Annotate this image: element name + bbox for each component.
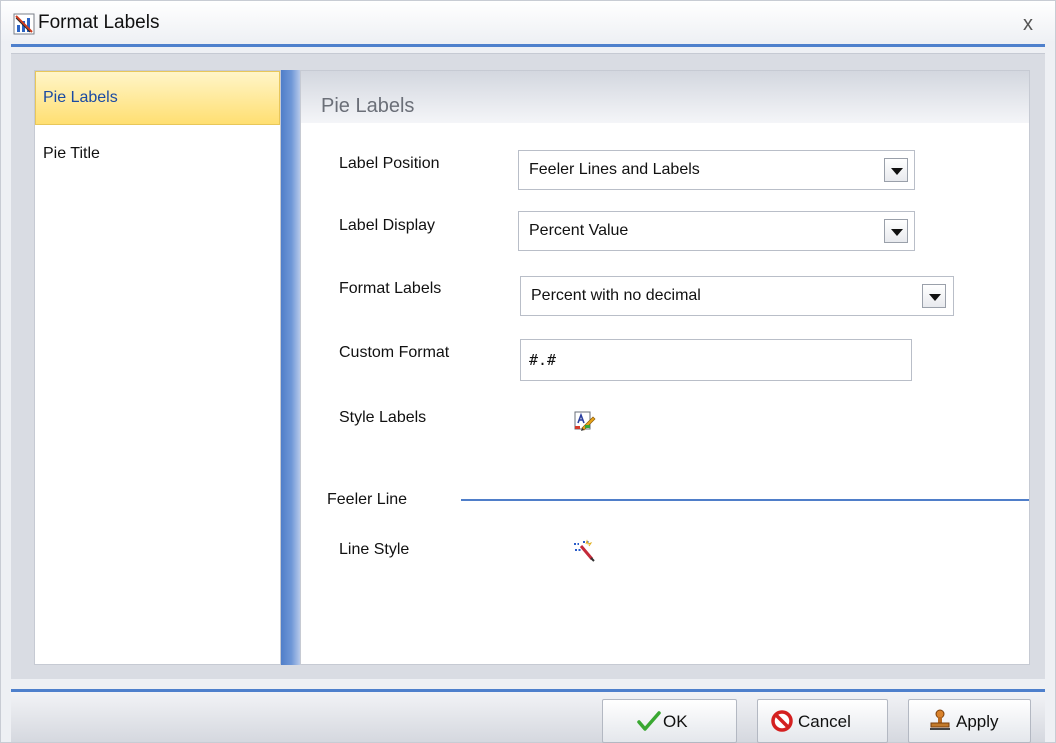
nav-item-pie-title[interactable]: Pie Title <box>35 125 280 167</box>
button-bar: OK Cancel Apply <box>11 692 1045 743</box>
cancel-icon <box>771 710 793 732</box>
label-position-select[interactable]: Feeler Lines and Labels <box>518 150 915 190</box>
label-display-label: Label Display <box>339 217 436 234</box>
custom-format-label: Custom Format <box>339 344 450 361</box>
panel-title: Pie Labels <box>321 95 415 117</box>
window-title: Format Labels <box>38 12 160 33</box>
style-labels-icon[interactable] <box>572 408 596 432</box>
nav-item-label: Pie Title <box>43 145 100 162</box>
apply-button[interactable]: Apply <box>908 699 1031 743</box>
title-bar[interactable]: Format Labels x <box>1 1 1055 43</box>
line-style-icon[interactable] <box>572 538 596 562</box>
close-button[interactable]: x <box>1019 13 1037 35</box>
chevron-down-icon[interactable] <box>922 284 946 308</box>
category-list: Pie Labels Pie Title <box>34 70 281 665</box>
line-style-label: Line Style <box>339 541 410 558</box>
nav-item-pie-labels[interactable]: Pie Labels <box>35 71 280 125</box>
splitter-bar <box>281 70 300 665</box>
label-display-value: Percent Value <box>529 222 629 239</box>
chevron-down-icon[interactable] <box>884 219 908 243</box>
format-labels-label: Format Labels <box>339 280 442 297</box>
format-labels-select[interactable]: Percent with no decimal <box>520 276 954 316</box>
settings-panel: Pie Labels Label Position Feeler Lines a… <box>300 70 1030 665</box>
ok-button[interactable]: OK <box>602 699 737 743</box>
main-frame: Pie Labels Pie Title Pie Labels Label Po… <box>11 53 1045 679</box>
panel-header: Pie Labels <box>301 71 1029 123</box>
close-icon: x <box>1023 13 1033 35</box>
apply-label: Apply <box>956 712 999 731</box>
stamp-icon <box>930 709 950 730</box>
cancel-label: Cancel <box>798 712 851 731</box>
style-labels-label: Style Labels <box>339 409 427 426</box>
chevron-down-icon[interactable] <box>884 158 908 182</box>
nav-item-label: Pie Labels <box>43 89 118 106</box>
label-position-label: Label Position <box>339 155 440 172</box>
format-labels-dialog: Format Labels x Pie Labels Pie Title Pie… <box>0 0 1056 743</box>
label-display-select[interactable]: Percent Value <box>518 211 915 251</box>
ok-label: OK <box>663 712 688 731</box>
feeler-line-heading: Feeler Line <box>327 491 408 508</box>
title-divider <box>11 44 1045 47</box>
custom-format-value: #.# <box>529 351 557 369</box>
feeler-line-divider <box>461 499 1029 501</box>
cancel-button[interactable]: Cancel <box>757 699 888 743</box>
chart-app-icon <box>13 13 35 35</box>
label-position-value: Feeler Lines and Labels <box>529 161 700 178</box>
format-labels-value: Percent with no decimal <box>531 287 701 304</box>
custom-format-input[interactable]: #.# <box>520 339 912 381</box>
checkmark-icon <box>637 711 661 731</box>
